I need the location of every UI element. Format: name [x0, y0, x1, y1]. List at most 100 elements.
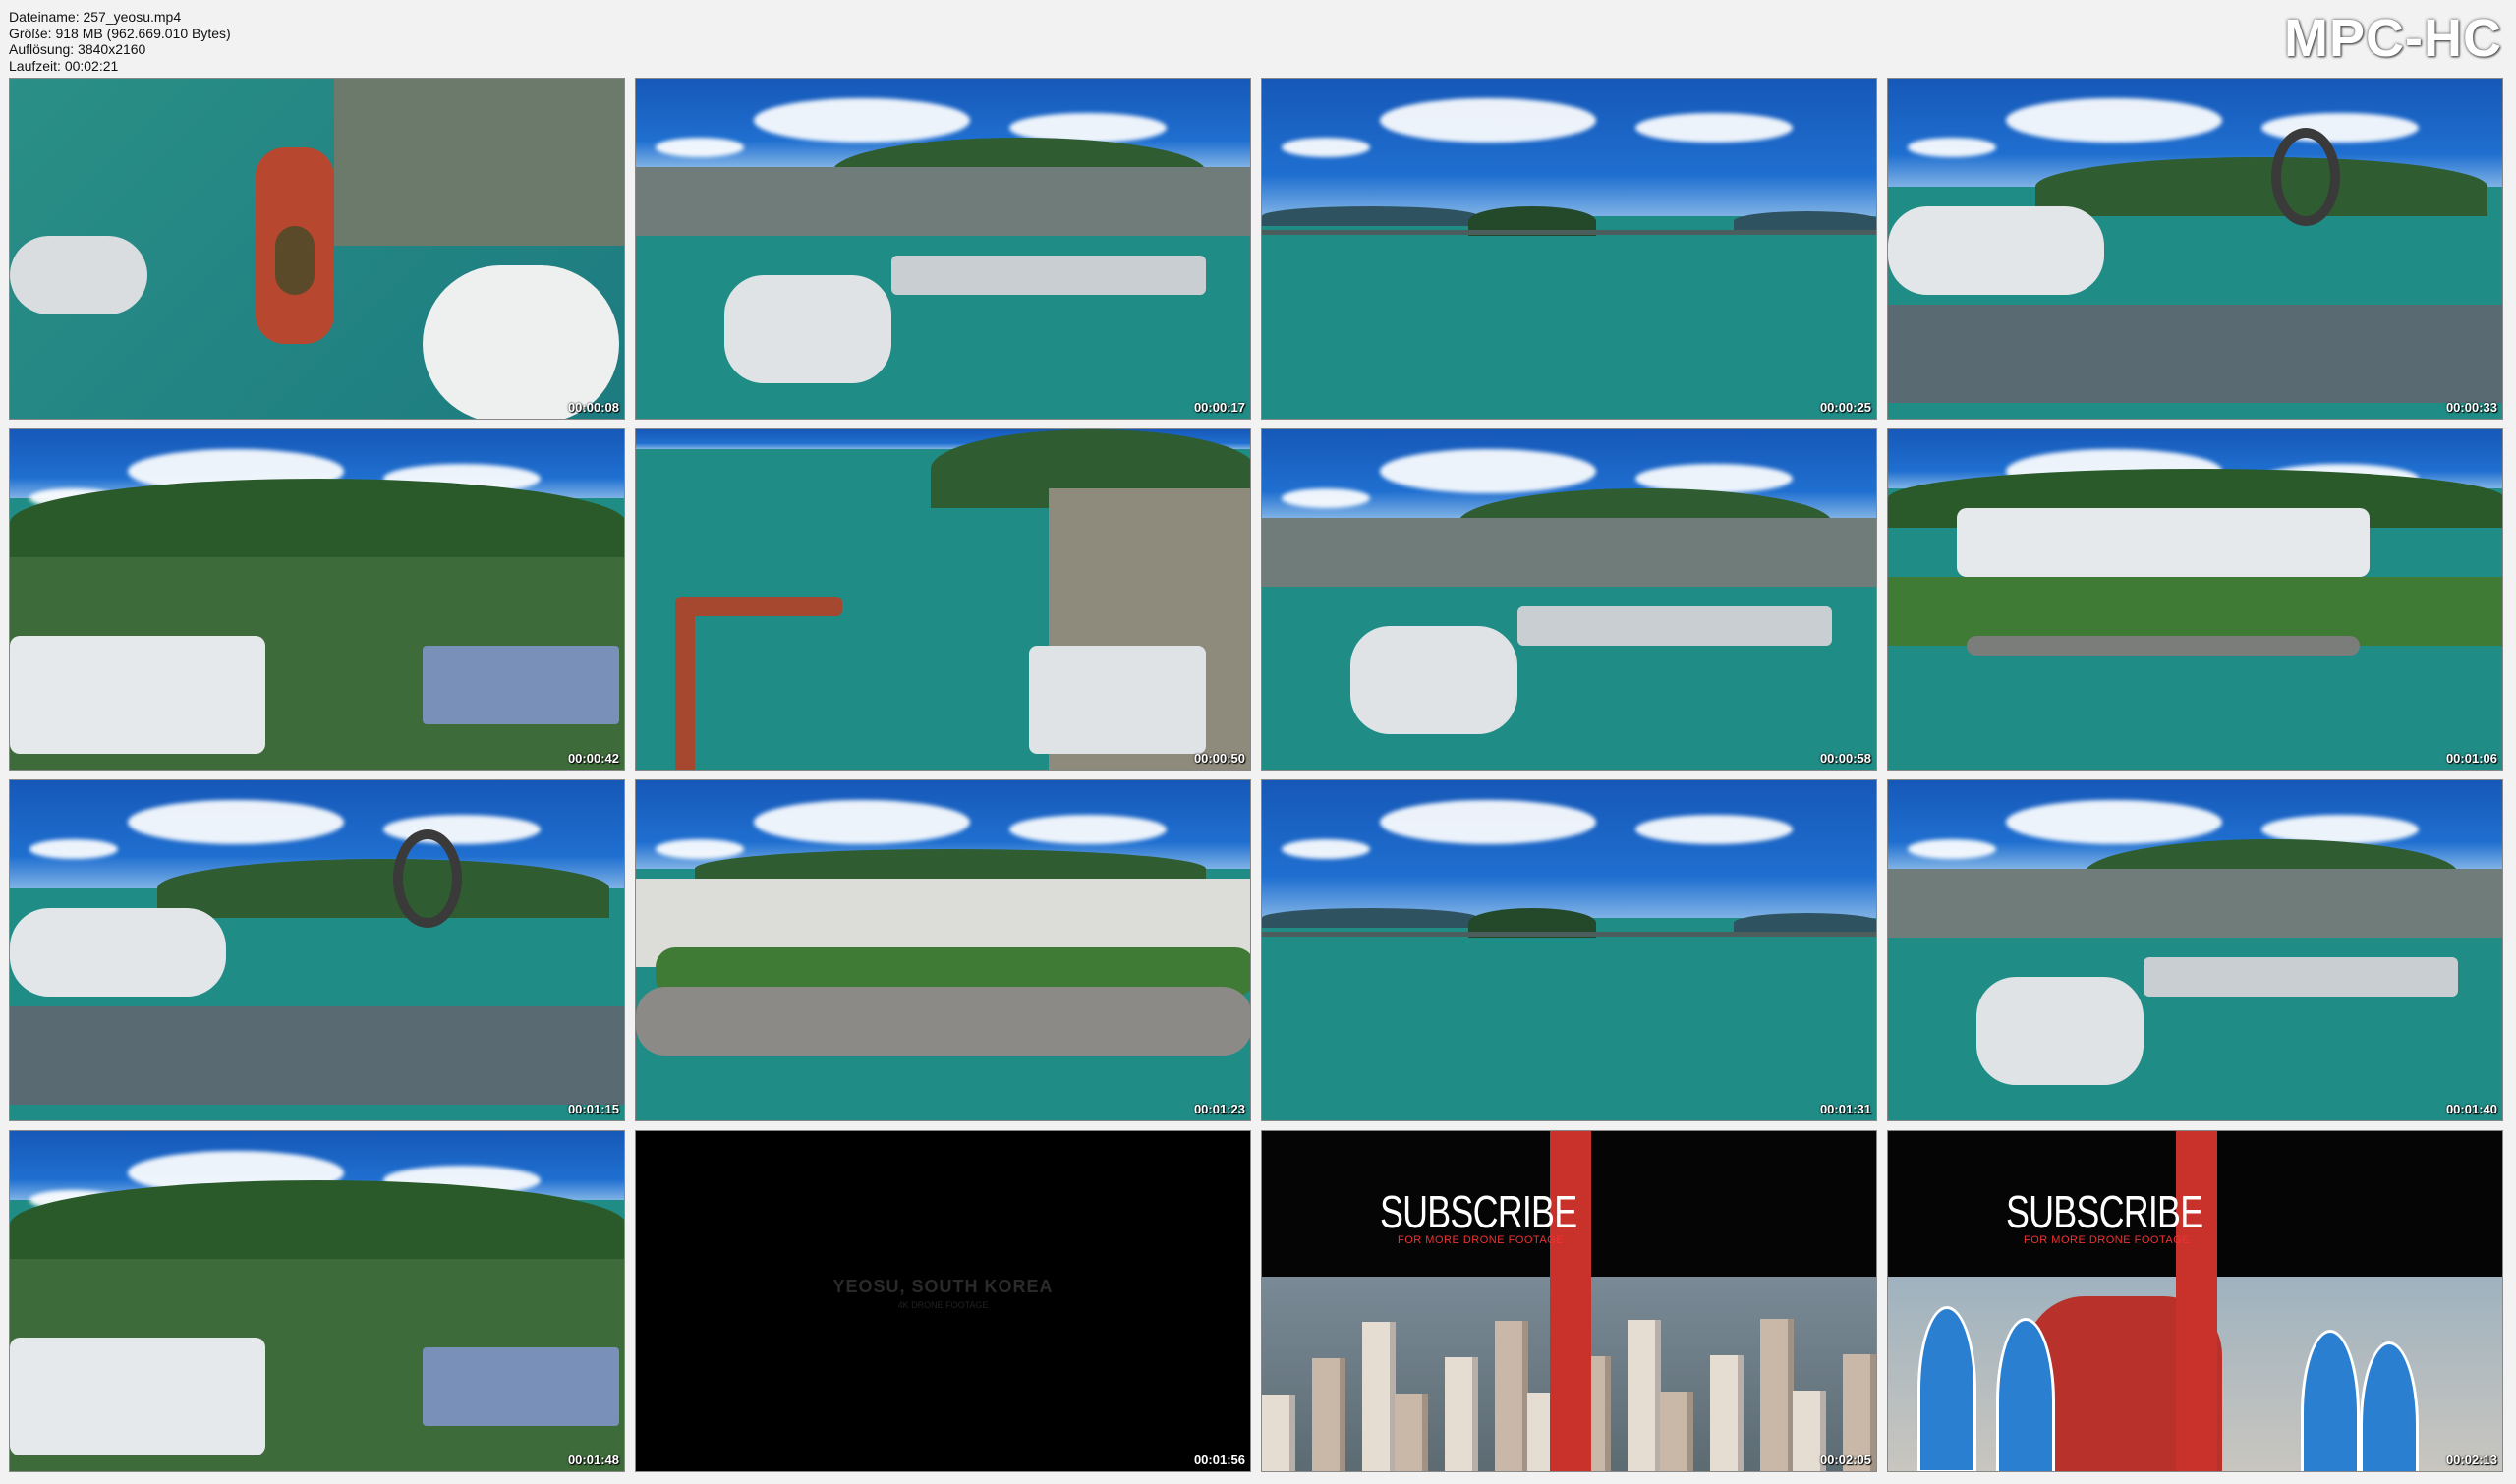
structure-shape: [675, 606, 695, 770]
video-thumbnail: 00:00:42: [9, 428, 625, 771]
video-thumbnail: 00:00:33: [1887, 78, 2503, 420]
hill-shape: [1734, 913, 1876, 933]
cloud-shape: [1009, 815, 1167, 844]
thumbnail-timestamp: 00:01:40: [2445, 1102, 2497, 1116]
video-thumbnail: YEOSU, SOUTH KOREA 4K DRONE FOOTAGE 00:01:…: [635, 1130, 1251, 1472]
ring-sculpture: [393, 829, 462, 928]
structure-shape: [1888, 206, 2104, 295]
structure-shape: [724, 275, 891, 383]
building-shape: [1760, 1319, 1794, 1471]
video-thumbnail: 00:01:06: [1887, 428, 2503, 771]
structure-shape: [1888, 869, 2502, 938]
info-header: Dateiname: 257_yeosu.mp4 Größe: 918 MB (…: [0, 0, 2516, 77]
thumbnail-timestamp: 00:00:50: [1193, 751, 1245, 766]
ring-sculpture: [2271, 128, 2340, 226]
structure-shape: [275, 226, 314, 295]
subscribe-tagline: FOR MORE DRONE FOOTAGE: [2024, 1234, 2191, 1246]
structure-shape: [423, 265, 619, 419]
cloud-shape: [128, 800, 344, 844]
video-thumbnail: 00:00:25: [1261, 78, 1877, 420]
structure-shape: [1262, 230, 1876, 235]
building-shape: [1445, 1357, 1478, 1471]
video-thumbnail: 00:00:08: [9, 78, 625, 420]
cloud-shape: [2006, 800, 2222, 844]
cloud-shape: [1380, 449, 1596, 493]
cloud-shape: [1908, 138, 1996, 157]
structure-shape: [675, 597, 842, 616]
file-metadata: Dateiname: 257_yeosu.mp4 Größe: 918 MB (…: [9, 9, 231, 74]
video-thumbnail: 00:01:31: [1261, 779, 1877, 1121]
meta-resolution: Auflösung: 3840x2160: [9, 41, 146, 57]
subscribe-tagline: FOR MORE DRONE FOOTAGE: [1398, 1234, 1565, 1246]
structure-shape: [423, 1347, 619, 1426]
video-thumbnail: 00:01:40: [1887, 779, 2503, 1121]
hill-shape: [1262, 908, 1478, 928]
building-shape: [1262, 1395, 1295, 1471]
cloud-shape: [1635, 815, 1793, 844]
cloud-shape: [656, 138, 744, 157]
structure-shape: [1350, 626, 1517, 734]
cloud-shape: [1282, 488, 1370, 508]
structure-shape: [1029, 646, 1206, 754]
cloud-shape: [754, 98, 970, 143]
building-shape: [1395, 1394, 1428, 1471]
structure-shape: [10, 236, 147, 314]
cloud-shape: [2006, 98, 2222, 143]
thumbnail-timestamp: 00:01:15: [567, 1102, 619, 1116]
thumbnail-timestamp: 00:01:48: [567, 1453, 619, 1467]
subscribe-text: SUBSCRIBE: [1380, 1186, 1577, 1237]
structure-shape: [10, 636, 265, 754]
video-thumbnail: 00:01:15: [9, 779, 625, 1121]
meta-duration: Laufzeit: 00:02:21: [9, 57, 119, 74]
app-logo: MPC-HC: [2284, 9, 2502, 68]
structure-shape: [334, 79, 624, 246]
cloud-shape: [754, 800, 970, 844]
structure-shape: [10, 908, 226, 997]
meta-size: Größe: 918 MB (962.669.010 Bytes): [9, 25, 231, 41]
building-shape: [1660, 1392, 1693, 1471]
building-shape: [1362, 1322, 1396, 1471]
structure-shape: [1957, 508, 2370, 577]
cloud-shape: [1908, 839, 1996, 859]
structure-shape: [1262, 932, 1876, 937]
meta-filename: Dateiname: 257_yeosu.mp4: [9, 9, 182, 25]
cloud-shape: [1282, 138, 1370, 157]
cloud-shape: [1635, 113, 1793, 143]
thumbnail-timestamp: 00:02:05: [1819, 1453, 1871, 1467]
hill-shape: [10, 1180, 624, 1269]
thumbnail-timestamp: 00:01:06: [2445, 751, 2497, 766]
cloud-shape: [656, 839, 744, 859]
video-subtitle-text: 4K DRONE FOOTAGE: [897, 1300, 989, 1310]
structure-shape: [1262, 518, 1876, 587]
structure-shape: [636, 987, 1250, 1056]
subscribe-text: SUBSCRIBE: [2006, 1186, 2203, 1237]
onion-dome: [2360, 1341, 2419, 1471]
structure-shape: [1976, 977, 2144, 1085]
thumbnail-timestamp: 00:00:08: [567, 400, 619, 415]
building-shape: [1495, 1321, 1528, 1471]
structure-shape: [10, 1006, 624, 1105]
thumbnail-timestamp: 00:01:56: [1193, 1453, 1245, 1467]
hill-shape: [2035, 157, 2487, 216]
structure-shape: [891, 256, 1206, 295]
building-shape: [1628, 1320, 1661, 1471]
structure-shape: [10, 1338, 265, 1455]
onion-dome: [1917, 1306, 1976, 1471]
hill-shape: [1262, 206, 1478, 226]
hill-shape: [10, 479, 624, 567]
video-thumbnail: SUBSCRIBE FOR MORE DRONE FOOTAGE 00:02:05: [1261, 1130, 1877, 1472]
video-thumbnail: 00:00:58: [1261, 428, 1877, 771]
hill-shape: [157, 859, 609, 918]
cloud-shape: [1282, 839, 1370, 859]
video-thumbnail: 00:01:23: [635, 779, 1251, 1121]
onion-dome: [2301, 1330, 2360, 1471]
thumbnail-timestamp: 00:00:58: [1819, 751, 1871, 766]
structure-shape: [1888, 305, 2502, 403]
video-thumbnail: 00:00:17: [635, 78, 1251, 420]
video-title-text: YEOSU, SOUTH KOREA: [832, 1277, 1054, 1296]
thumbnail-timestamp: 00:00:42: [567, 751, 619, 766]
thumbnail-timestamp: 00:01:31: [1819, 1102, 1871, 1116]
video-thumbnail: 00:01:48: [9, 1130, 625, 1472]
thumbnail-timestamp: 00:00:25: [1819, 400, 1871, 415]
structure-shape: [636, 167, 1250, 236]
